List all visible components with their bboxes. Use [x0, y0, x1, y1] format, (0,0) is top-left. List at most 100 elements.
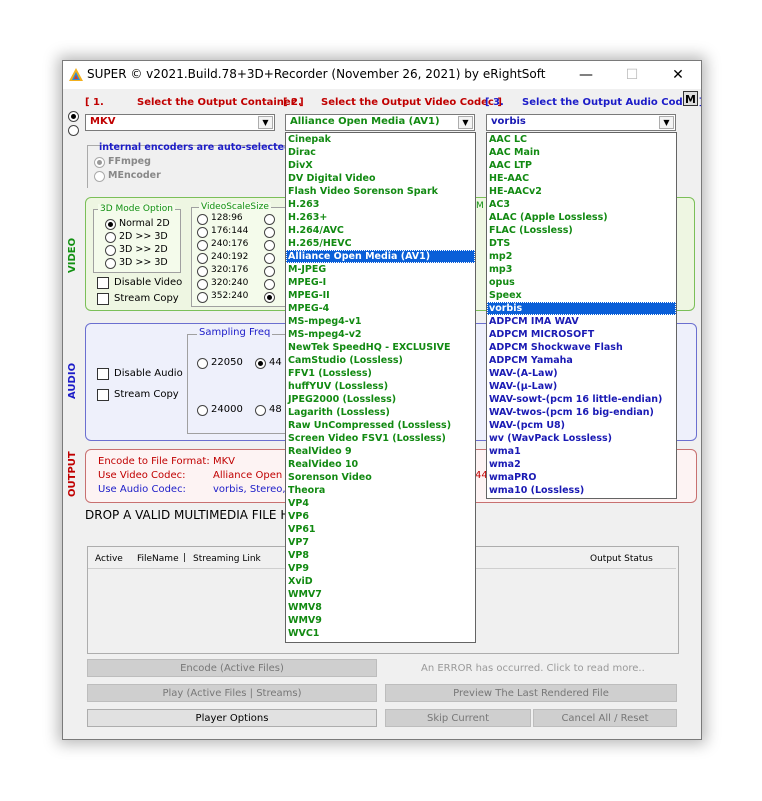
audio-codec-dropdown-list[interactable]: AAC LC AAC Main AAC LTP HE-AAC HE-AACv2 AC3 AL…: [486, 132, 677, 499]
audio-codec-option[interactable]: WAV-(μ-Law): [487, 380, 676, 393]
video-codec-option[interactable]: VP9: [286, 562, 475, 575]
corner-m-button[interactable]: M: [683, 91, 698, 106]
audio-codec-option[interactable]: wma10 (Lossless): [487, 484, 676, 497]
scale-radio-2[interactable]: [197, 227, 208, 238]
video-codec-option[interactable]: Raw UnCompressed (Lossless): [286, 419, 475, 432]
audio-stream-copy-checkbox[interactable]: [97, 389, 109, 401]
audio-codec-option[interactable]: HE-AAC: [487, 172, 676, 185]
audio-codec-option[interactable]: ADPCM Shockwave Flash: [487, 341, 676, 354]
encode-button[interactable]: Encode (Active Files): [87, 659, 377, 677]
scale-radio-col2-1[interactable]: [264, 214, 275, 225]
video-codec-option[interactable]: Theora: [286, 484, 475, 497]
freq-24000-radio[interactable]: [197, 405, 208, 416]
video-codec-option[interactable]: MPEG-4: [286, 302, 475, 315]
scale-radio-col2-6[interactable]: [264, 279, 275, 290]
audio-codec-option[interactable]: WAV-sowt-(pcm 16 little-endian): [487, 393, 676, 406]
video-codec-option[interactable]: XviD: [286, 575, 475, 588]
video-codec-option[interactable]: MS-mpeg4-v1: [286, 315, 475, 328]
video-codec-option[interactable]: DV Digital Video: [286, 172, 475, 185]
maximize-button[interactable]: ☐: [609, 61, 655, 89]
scale-radio-4[interactable]: [197, 253, 208, 264]
mode-3d2d-radio[interactable]: [105, 245, 116, 256]
scale-radio-col2-3[interactable]: [264, 240, 275, 251]
col-active[interactable]: Active: [95, 554, 123, 564]
video-codec-option[interactable]: MS-mpeg4-v2: [286, 328, 475, 341]
preview-button[interactable]: Preview The Last Rendered File: [385, 684, 677, 702]
video-codec-option[interactable]: M-JPEG: [286, 263, 475, 276]
video-codec-option[interactable]: WMV9: [286, 614, 475, 627]
video-stream-copy-checkbox[interactable]: [97, 293, 109, 305]
video-codec-option[interactable]: H.265/HEVC: [286, 237, 475, 250]
close-button[interactable]: ✕: [655, 61, 701, 89]
mencoder-radio[interactable]: [94, 171, 105, 182]
audio-codec-option[interactable]: mp2: [487, 250, 676, 263]
audio-codec-option[interactable]: ADPCM MICROSOFT: [487, 328, 676, 341]
video-codec-option[interactable]: CamStudio (Lossless): [286, 354, 475, 367]
audio-codec-option[interactable]: AAC LC: [487, 133, 676, 146]
audio-codec-option[interactable]: ALAC (Apple Lossless): [487, 211, 676, 224]
container-select[interactable]: MKV ▼: [85, 114, 275, 131]
mode-3d3d-radio[interactable]: [105, 258, 116, 269]
video-codec-select[interactable]: Alliance Open Media (AV1) ▼: [285, 114, 475, 131]
mode-2d3d-radio[interactable]: [105, 232, 116, 243]
video-codec-option[interactable]: MPEG-I: [286, 276, 475, 289]
video-codec-option[interactable]: DivX: [286, 159, 475, 172]
col-streaming-link[interactable]: Streaming Link: [193, 554, 261, 564]
scale-radio-col2-2[interactable]: [264, 227, 275, 238]
disable-audio-checkbox[interactable]: [97, 368, 109, 380]
freq-480-radio[interactable]: [255, 405, 266, 416]
video-codec-option[interactable]: H.264/AVC: [286, 224, 475, 237]
scale-radio-6[interactable]: [197, 279, 208, 290]
audio-codec-option[interactable]: AAC LTP: [487, 159, 676, 172]
freq-22050-radio[interactable]: [197, 358, 208, 369]
video-codec-option[interactable]: WMV8: [286, 601, 475, 614]
video-codec-option[interactable]: WVC1: [286, 627, 475, 640]
video-codec-option[interactable]: H.263: [286, 198, 475, 211]
scale-radio-col2-7[interactable]: [264, 292, 275, 303]
audio-codec-option[interactable]: DTS: [487, 237, 676, 250]
freq-441-radio[interactable]: [255, 358, 266, 369]
video-codec-option[interactable]: WMV7: [286, 588, 475, 601]
audio-codec-option[interactable]: AC3: [487, 198, 676, 211]
col-output-status[interactable]: Output Status: [590, 554, 653, 564]
error-link[interactable]: An ERROR has occurred. Click to read mor…: [421, 663, 645, 674]
mode-radio-1[interactable]: [68, 111, 79, 122]
video-codec-option[interactable]: VP7: [286, 536, 475, 549]
audio-codec-option[interactable]: WAV-(A-Law): [487, 367, 676, 380]
audio-codec-option[interactable]: wv (WavPack Lossless): [487, 432, 676, 445]
audio-codec-option[interactable]: FLAC (Lossless): [487, 224, 676, 237]
scale-radio-7[interactable]: [197, 292, 208, 303]
skip-current-button[interactable]: Skip Current: [385, 709, 531, 727]
video-codec-option[interactable]: Alliance Open Media (AV1): [286, 250, 475, 263]
audio-codec-select[interactable]: vorbis ▼: [486, 114, 676, 131]
audio-codec-option[interactable]: wma1: [487, 445, 676, 458]
mode-normal-radio[interactable]: [105, 219, 116, 230]
video-codec-option[interactable]: MPEG-II: [286, 289, 475, 302]
video-codec-option[interactable]: VP6: [286, 510, 475, 523]
audio-codec-option[interactable]: ADPCM Yamaha: [487, 354, 676, 367]
video-codec-option[interactable]: FFV1 (Lossless): [286, 367, 475, 380]
audio-codec-option[interactable]: wmaPRO: [487, 471, 676, 484]
video-codec-option[interactable]: Screen Video FSV1 (Lossless): [286, 432, 475, 445]
col-filename[interactable]: FileName: [137, 554, 179, 564]
scale-radio-col2-4[interactable]: [264, 253, 275, 264]
video-codec-option[interactable]: JPEG2000 (Lossless): [286, 393, 475, 406]
audio-codec-option[interactable]: ADPCM IMA WAV: [487, 315, 676, 328]
video-codec-option[interactable]: H.263+: [286, 211, 475, 224]
scale-radio-col2-5[interactable]: [264, 266, 275, 277]
scale-radio-1[interactable]: [197, 214, 208, 225]
video-codec-option[interactable]: RealVideo 10: [286, 458, 475, 471]
video-codec-option[interactable]: VP61: [286, 523, 475, 536]
disable-video-checkbox[interactable]: [97, 277, 109, 289]
audio-codec-option[interactable]: WAV-(pcm U8): [487, 419, 676, 432]
audio-codec-option[interactable]: HE-AACv2: [487, 185, 676, 198]
video-codec-option[interactable]: Flash Video Sorenson Spark: [286, 185, 475, 198]
video-codec-option[interactable]: Sorenson Video: [286, 471, 475, 484]
audio-codec-option[interactable]: wma2: [487, 458, 676, 471]
video-codec-option[interactable]: huffYUV (Lossless): [286, 380, 475, 393]
mode-radio-2[interactable]: [68, 125, 79, 136]
scale-radio-3[interactable]: [197, 240, 208, 251]
minimize-button[interactable]: —: [563, 61, 609, 89]
video-codec-option[interactable]: Cinepak: [286, 133, 475, 146]
video-codec-dropdown-list[interactable]: Cinepak Dirac DivX DV Digital Video Flash Vi…: [285, 132, 476, 643]
